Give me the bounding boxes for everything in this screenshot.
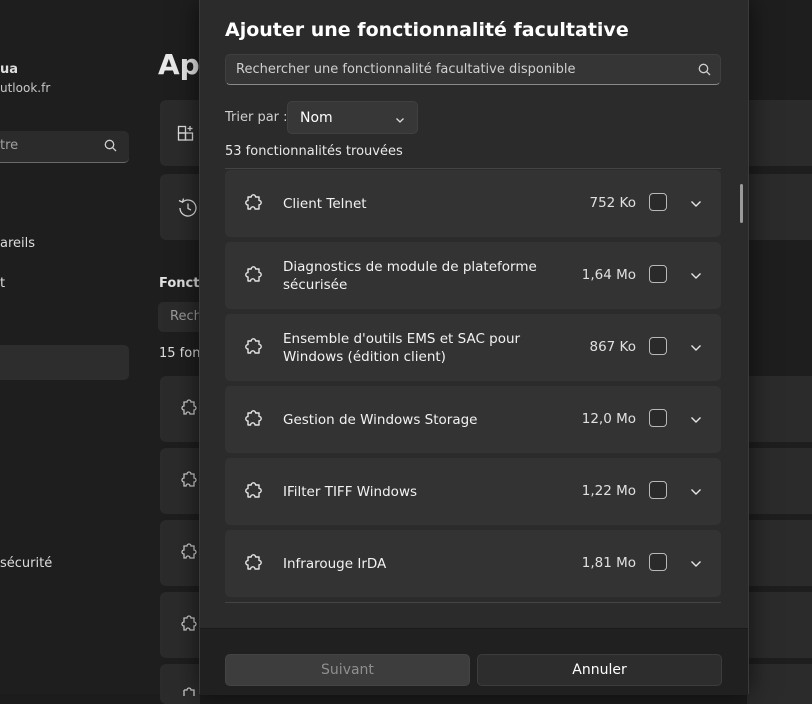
puzzle-piece-icon [177, 398, 199, 424]
search-icon [104, 139, 117, 156]
scrollbar-thumb[interactable] [740, 184, 743, 223]
feature-size: 867 Ko [589, 339, 637, 355]
feature-checkbox[interactable] [649, 481, 667, 499]
feature-checkbox[interactable] [649, 265, 667, 283]
search-icon[interactable] [698, 63, 711, 80]
feature-row[interactable]: Infrarouge IrDA 1,81 Mo [225, 530, 721, 597]
feature-row[interactable]: Diagnostics de module de plateforme sécu… [225, 242, 721, 309]
feature-size: 1,22 Mo [581, 483, 636, 499]
history-icon [177, 197, 199, 223]
features-found-count: 53 fonctionnalités trouvées [225, 144, 403, 159]
divider [225, 168, 721, 169]
settings-card[interactable] [747, 174, 812, 240]
feature-size: 1,81 Mo [581, 555, 636, 571]
installed-feature-row[interactable] [747, 376, 812, 442]
account-email: utlook.fr [0, 81, 51, 95]
dialog-title: Ajouter une fonctionnalité facultative [225, 19, 629, 41]
chevron-down-icon[interactable] [690, 557, 702, 573]
cancel-button[interactable]: Annuler [477, 654, 722, 686]
chevron-down-icon[interactable] [690, 341, 702, 357]
feature-size: 1,64 Mo [581, 267, 636, 283]
puzzle-piece-icon [177, 470, 199, 496]
feature-row[interactable]: IFilter TIFF Windows 1,22 Mo [225, 458, 721, 525]
puzzle-piece-icon [242, 264, 264, 290]
feature-search-input[interactable] [236, 55, 686, 84]
installed-feature-row[interactable] [747, 664, 812, 704]
feature-size: 12,0 Mo [581, 411, 636, 427]
feature-name: Diagnostics de module de plateforme sécu… [283, 259, 537, 293]
puzzle-piece-icon [242, 480, 264, 506]
feature-size: 752 Ko [589, 195, 637, 211]
feature-row[interactable]: Client Telnet 752 Ko [225, 170, 721, 237]
next-button[interactable]: Suivant [225, 654, 470, 686]
feature-name: IFilter TIFF Windows [283, 484, 418, 500]
puzzle-piece-icon [242, 552, 264, 578]
puzzle-piece-icon [177, 542, 199, 568]
feature-row[interactable]: Gestion de Windows Storage 12,0 Mo [225, 386, 721, 453]
sidebar-item-apps[interactable]: t [0, 276, 5, 291]
settings-search-input[interactable]: tre [0, 131, 129, 163]
installed-feature-row[interactable] [747, 592, 812, 658]
puzzle-piece-icon [177, 684, 199, 700]
feature-checkbox[interactable] [649, 409, 667, 427]
chevron-down-icon[interactable] [690, 413, 702, 429]
settings-card[interactable] [747, 100, 812, 166]
puzzle-piece-icon [242, 192, 264, 218]
feature-checkbox[interactable] [649, 337, 667, 355]
settings-search-placeholder: tre [0, 138, 19, 153]
add-optional-feature-dialog: Ajouter une fonctionnalité facultative T… [199, 0, 749, 695]
puzzle-piece-icon [177, 614, 199, 640]
sort-value: Nom [300, 110, 333, 126]
feature-name: Gestion de Windows Storage [283, 412, 478, 428]
sidebar-item-devices[interactable]: areils [0, 236, 35, 251]
feature-checkbox[interactable] [649, 553, 667, 571]
sidebar-item-security[interactable]: sécurité [0, 556, 52, 571]
installed-feature-row[interactable] [747, 448, 812, 514]
sort-dropdown[interactable]: Nom [287, 101, 418, 134]
sidebar-item-selected[interactable] [0, 345, 129, 380]
add-apps-icon [177, 125, 197, 149]
dialog-footer: Suivant Annuler [200, 628, 748, 695]
puzzle-piece-icon [242, 336, 264, 362]
feature-row[interactable]: Ensemble d'outils EMS et SAC pour Window… [225, 314, 721, 381]
installed-feature-row[interactable] [747, 520, 812, 586]
sort-label: Trier par : [225, 110, 288, 125]
feature-name: Client Telnet [283, 196, 367, 212]
installed-features-search-input[interactable]: Rech [158, 302, 202, 332]
chevron-down-icon[interactable] [690, 485, 702, 501]
feature-list: Client Telnet 752 Ko Diagnostics de modu… [225, 170, 721, 600]
feature-search-box[interactable] [225, 54, 721, 85]
chevron-down-icon[interactable] [690, 197, 702, 213]
feature-checkbox[interactable] [649, 193, 667, 211]
account-name: ua [0, 62, 19, 77]
chevron-down-icon [395, 113, 405, 129]
feature-name: Infrarouge IrDA [283, 556, 387, 572]
search-placeholder: Rech [170, 309, 202, 324]
chevron-down-icon[interactable] [690, 269, 702, 285]
feature-name: Ensemble d'outils EMS et SAC pour Window… [283, 331, 521, 365]
divider [225, 602, 721, 603]
puzzle-piece-icon [242, 408, 264, 434]
